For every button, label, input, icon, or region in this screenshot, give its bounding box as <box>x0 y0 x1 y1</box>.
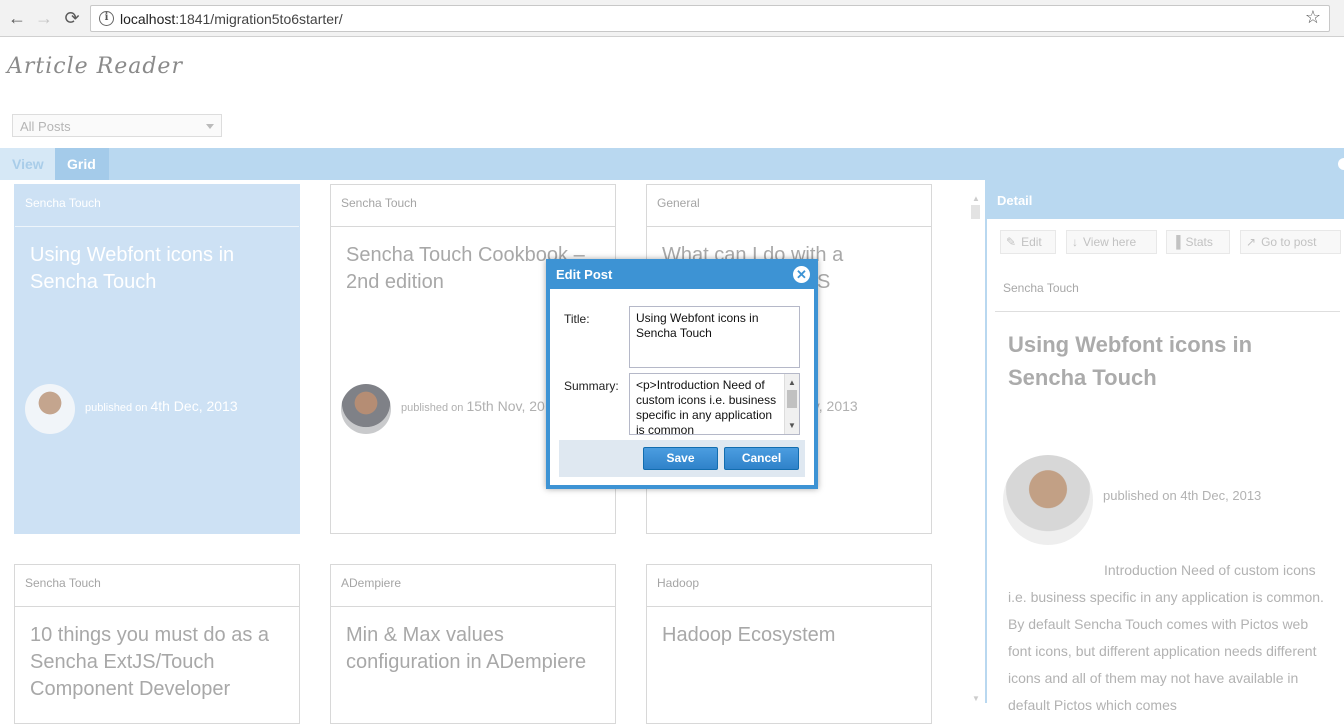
card-title: Min & Max values configuration in ADempi… <box>346 624 587 673</box>
tab-view[interactable]: View <box>0 148 55 180</box>
detail-summary: Introduction Need of custom icons i.e. b… <box>1008 562 1324 713</box>
stats-button[interactable]: ▐ Stats <box>1166 230 1230 254</box>
detail-divider <box>995 311 1340 312</box>
title-label: Title: <box>564 312 590 326</box>
detail-header-title: Detail <box>997 193 1033 208</box>
external-link-icon: ↗ <box>1246 235 1257 249</box>
close-icon[interactable]: ✕ <box>793 266 810 283</box>
card-title: Hadoop Ecosystem <box>662 624 836 646</box>
card-category: Hadoop <box>657 576 700 590</box>
go-to-post-label: Go to post <box>1261 235 1317 249</box>
card-title-tail: S <box>817 271 831 293</box>
cancel-button[interactable]: Cancel <box>724 447 799 470</box>
summary-scrollbar[interactable]: ▲ ▼ <box>784 374 799 434</box>
summary-text: <p>Introduction Need of custom icons i.e… <box>636 378 777 435</box>
detail-published: published on 4th Dec, 2013 <box>1103 488 1262 503</box>
card-divider <box>15 606 299 607</box>
dialog-title: Edit Post <box>556 267 613 282</box>
url-host: localhost <box>120 11 176 27</box>
published-date: 15th Nov, 20 <box>466 398 545 414</box>
card-divider <box>331 606 615 607</box>
view-here-label: View here <box>1083 235 1137 249</box>
edit-button-label: Edit <box>1021 235 1042 249</box>
browser-toolbar: ← → ⟳ i localhost:1841/migration5to6star… <box>0 0 1344 37</box>
url-text[interactable]: localhost:1841/migration5to6starter/ <box>120 11 343 27</box>
card-category: Sencha Touch <box>25 576 101 590</box>
scroll-thumb[interactable] <box>787 390 797 408</box>
back-arrow-icon[interactable]: ← <box>6 7 28 29</box>
card-category: General <box>657 196 700 210</box>
card-category: Sencha Touch <box>341 196 417 210</box>
dialog-header: Edit Post ✕ <box>546 259 818 289</box>
card-title: 10 things you must do as a Sencha ExtJS/… <box>30 624 270 700</box>
address-bar[interactable]: i localhost:1841/migration5to6starter/ ☆ <box>90 5 1330 32</box>
tab-grid[interactable]: Grid <box>55 148 109 180</box>
tab-bar: View Grid <box>0 148 1344 180</box>
forward-arrow-icon[interactable]: → <box>33 7 55 29</box>
author-avatar <box>25 384 75 434</box>
site-info-icon[interactable]: i <box>99 11 114 26</box>
published-prefix: published on <box>401 402 464 414</box>
published-date: 4th Dec, 2013 <box>150 398 238 414</box>
detail-category: Sencha Touch <box>1003 281 1079 295</box>
detail-header: Detail <box>987 180 1344 219</box>
card-divider <box>15 226 299 227</box>
card-category: ADempiere <box>341 576 402 590</box>
url-path: :1841/migration5to6starter/ <box>175 11 343 27</box>
app-title: Article Reader <box>7 54 183 79</box>
card-published: published on 15th Nov, 20 <box>401 398 545 414</box>
collapse-handle-icon[interactable] <box>1338 158 1344 170</box>
go-to-post-button[interactable]: ↗ Go to post <box>1240 230 1341 254</box>
bar-chart-icon: ▐ <box>1172 235 1181 249</box>
save-button[interactable]: Save <box>643 447 718 470</box>
post-card[interactable]: Sencha Touch Using Webfont icons in Senc… <box>14 184 300 534</box>
reload-icon[interactable]: ⟳ <box>61 7 83 29</box>
card-divider <box>647 226 931 227</box>
scroll-thumb[interactable] <box>971 205 980 219</box>
scroll-down-icon[interactable]: ▼ <box>788 418 796 433</box>
posts-filter-select[interactable]: All Posts <box>12 114 222 137</box>
card-category: Sencha Touch <box>25 196 101 210</box>
author-avatar <box>341 384 391 434</box>
title-field[interactable]: Using Webfont icons in Sencha Touch <box>629 306 800 368</box>
edit-button[interactable]: ✎ Edit <box>1000 230 1056 254</box>
card-published: published on 4th Dec, 2013 <box>85 398 238 414</box>
detail-title: Using Webfont icons in Sencha Touch <box>1008 332 1253 390</box>
edit-icon: ✎ <box>1006 235 1017 249</box>
post-card[interactable]: Sencha Touch 10 things you must do as a … <box>14 564 300 724</box>
stats-label: Stats <box>1185 235 1213 249</box>
edit-post-dialog: Edit Post ✕ Title: Using Webfont icons i… <box>546 259 818 489</box>
scroll-up-icon[interactable]: ▲ <box>972 194 980 203</box>
published-prefix: published on <box>85 402 148 414</box>
post-card[interactable]: Hadoop Hadoop Ecosystem <box>646 564 932 724</box>
bookmark-star-icon[interactable]: ☆ <box>1305 7 1321 28</box>
card-divider <box>331 226 615 227</box>
post-card[interactable]: ADempiere Min & Max values configuration… <box>330 564 616 724</box>
view-here-button[interactable]: ↓ View here <box>1066 230 1157 254</box>
download-icon: ↓ <box>1072 235 1078 249</box>
grid-scrollbar[interactable]: ▲ ▼ <box>969 194 982 703</box>
dialog-button-bar: Save Cancel <box>559 440 805 477</box>
dropdown-arrow-icon[interactable] <box>206 124 214 129</box>
scroll-down-icon[interactable]: ▼ <box>972 694 980 703</box>
card-title: Using Webfont icons in Sencha Touch <box>30 244 235 293</box>
posts-grid: Sencha Touch Using Webfont icons in Senc… <box>0 180 985 724</box>
author-avatar <box>1003 455 1093 545</box>
summary-label: Summary: <box>564 379 619 393</box>
summary-field[interactable]: <p>Introduction Need of custom icons i.e… <box>629 373 800 435</box>
detail-panel: Detail ✎ Edit ↓ View here ▐ Stats ↗ Go to po… <box>985 180 1344 713</box>
scroll-up-icon[interactable]: ▲ <box>788 375 796 390</box>
posts-filter-value: All Posts <box>20 119 71 134</box>
card-divider <box>647 606 931 607</box>
